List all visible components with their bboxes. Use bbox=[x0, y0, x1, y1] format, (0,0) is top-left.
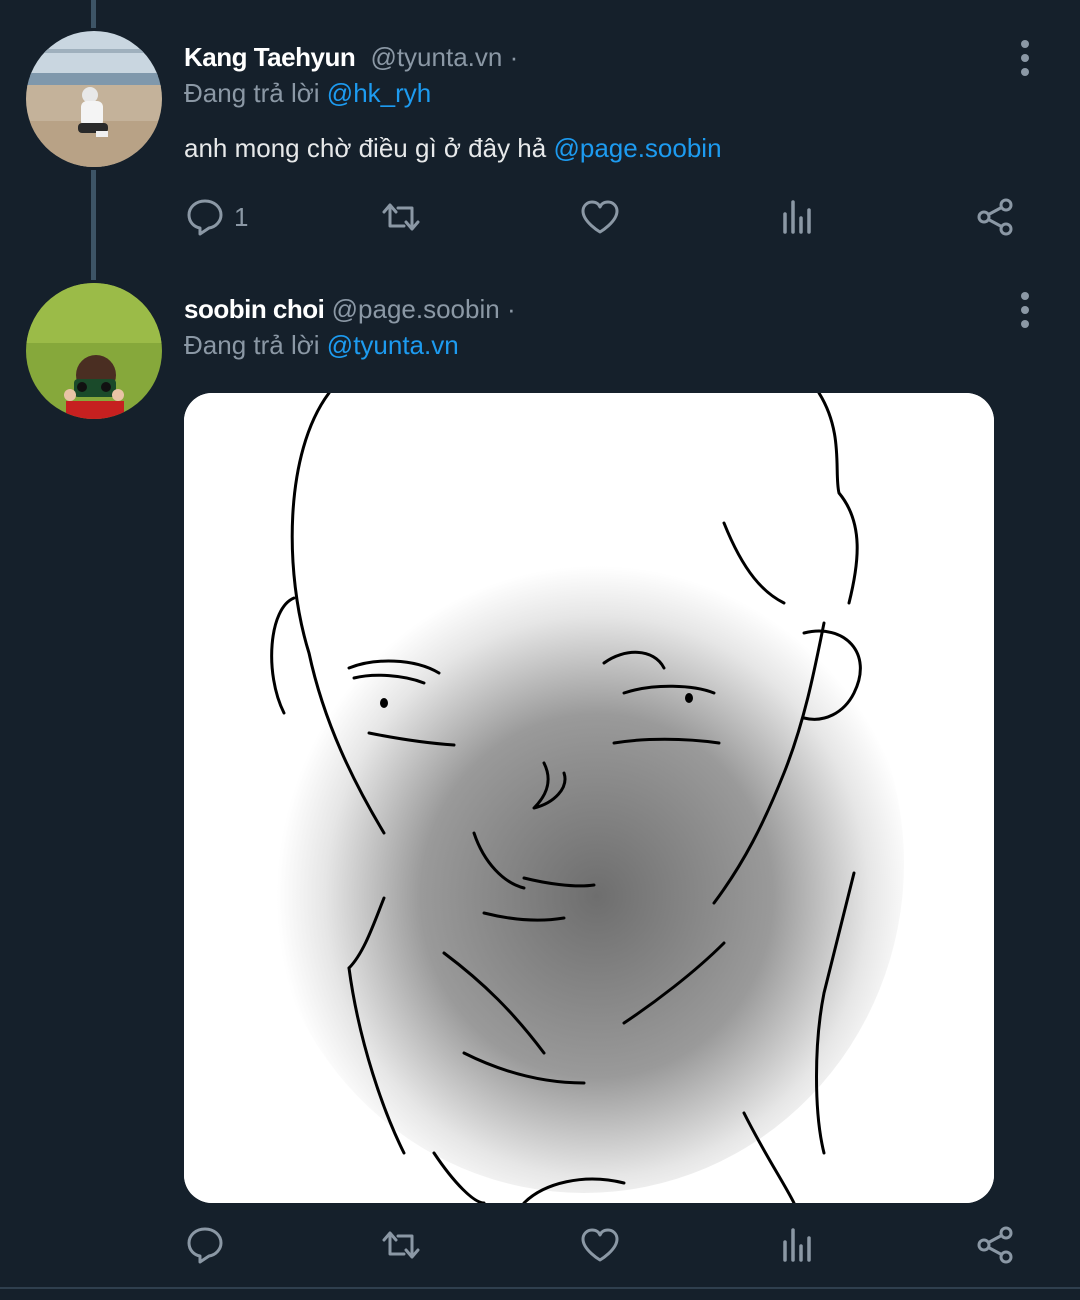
action-bar bbox=[184, 1223, 1034, 1267]
replying-to-line: Đang trả lời @tyunta.vn bbox=[184, 330, 459, 360]
face-sketch-image bbox=[184, 393, 994, 1203]
tweet-media-image[interactable] bbox=[184, 393, 994, 1203]
share-icon bbox=[977, 1226, 1013, 1264]
grass-photo-avatar bbox=[26, 283, 162, 419]
replying-to-mention[interactable]: @tyunta.vn bbox=[327, 330, 459, 360]
user-handle[interactable]: @page.soobin bbox=[332, 294, 500, 324]
analytics-icon bbox=[783, 1228, 811, 1262]
divider bbox=[0, 1287, 1080, 1289]
tweet-2[interactable]: soobin choi @page.soobin · Đang trả lời … bbox=[0, 0, 1080, 1287]
retweet-icon bbox=[382, 1231, 420, 1259]
retweet-button[interactable] bbox=[380, 1223, 422, 1267]
reply-icon bbox=[187, 1227, 223, 1264]
share-button[interactable] bbox=[974, 1223, 1016, 1267]
tweet-header: soobin choi @page.soobin · bbox=[184, 294, 516, 324]
more-vertical-icon[interactable] bbox=[1010, 290, 1040, 330]
like-button[interactable] bbox=[579, 1223, 621, 1267]
separator-dot: · bbox=[506, 294, 516, 324]
display-name[interactable]: soobin choi bbox=[184, 294, 325, 324]
heart-icon bbox=[581, 1228, 619, 1262]
reply-button[interactable] bbox=[184, 1223, 234, 1267]
views-button[interactable] bbox=[776, 1223, 818, 1267]
avatar-soobin-choi[interactable] bbox=[26, 283, 162, 419]
replying-prefix: Đang trả lời bbox=[184, 330, 320, 360]
